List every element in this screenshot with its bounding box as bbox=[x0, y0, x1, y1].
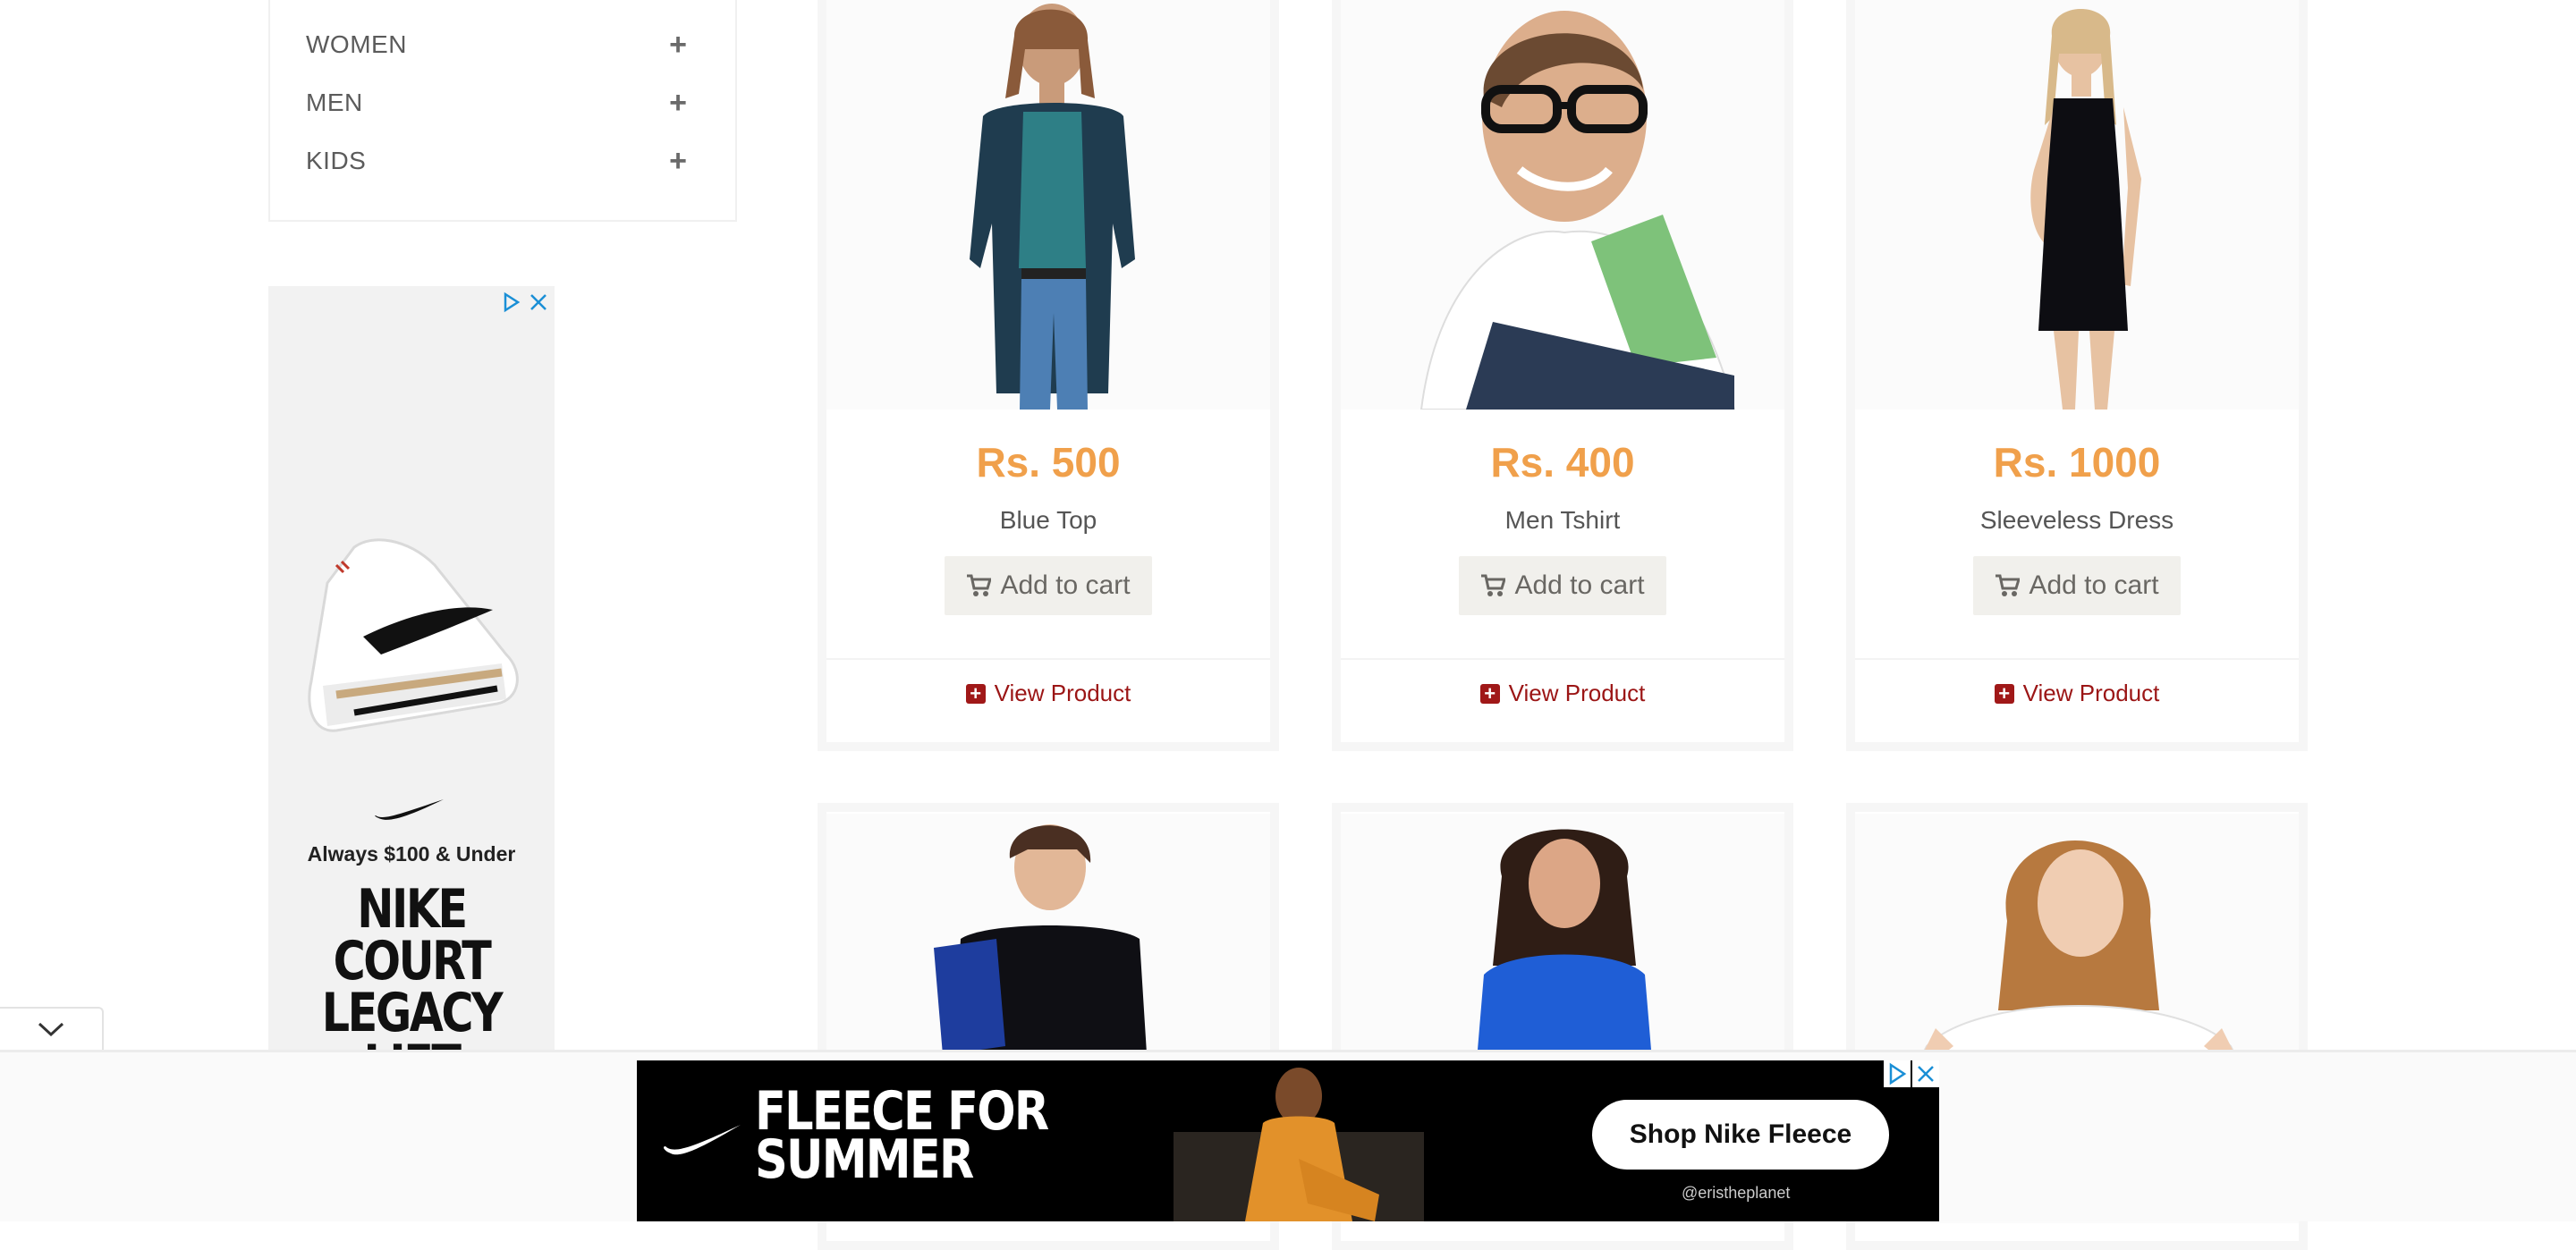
close-icon[interactable] bbox=[1912, 1060, 1939, 1087]
model-image bbox=[1174, 1068, 1424, 1221]
view-product-label: View Product bbox=[1508, 680, 1646, 706]
product-image bbox=[1855, 0, 2299, 410]
category-kids[interactable]: KIDS + bbox=[306, 143, 687, 179]
add-to-cart-button[interactable]: Add to cart bbox=[945, 556, 1152, 615]
view-product-label: View Product bbox=[994, 680, 1131, 706]
ad-controls bbox=[501, 291, 549, 313]
view-product-label: View Product bbox=[2022, 680, 2160, 706]
product-price: Rs. 500 bbox=[976, 439, 1121, 486]
card-divider bbox=[1341, 658, 1784, 660]
product-price: Rs. 1000 bbox=[1993, 439, 2161, 486]
bottom-ad-banner[interactable]: FLEECE FOR SUMMER Shop Nike Fleece @eris… bbox=[637, 1060, 1939, 1221]
product-card: Rs. 400 Men Tshirt Add to cart + View Pr… bbox=[1332, 0, 1793, 751]
product-name: Men Tshirt bbox=[1504, 506, 1621, 534]
card-divider bbox=[826, 658, 1270, 660]
banner-handle: @eristheplanet bbox=[1682, 1184, 1791, 1202]
cart-icon bbox=[1481, 574, 1506, 596]
view-product-link[interactable]: + View Product bbox=[1341, 680, 1784, 707]
plus-icon[interactable]: + bbox=[669, 30, 687, 60]
view-product-link[interactable]: + View Product bbox=[1855, 680, 2299, 707]
plus-icon[interactable]: + bbox=[669, 88, 687, 118]
plus-square-icon: + bbox=[1994, 683, 2014, 704]
banner-ad-controls bbox=[1884, 1060, 1939, 1087]
banner-headline: FLEECE FOR SUMMER bbox=[755, 1085, 1049, 1187]
product-card: Rs. 1000 Sleeveless Dress Add to cart + … bbox=[1846, 0, 2308, 751]
product-image bbox=[1341, 0, 1784, 410]
side-advertisement[interactable]: Always $100 & Under NIKE COURT LEGACY LI… bbox=[268, 286, 555, 1051]
nike-swoosh-icon bbox=[664, 1125, 741, 1155]
category-men[interactable]: MEN + bbox=[306, 85, 687, 121]
adchoices-icon[interactable] bbox=[1884, 1060, 1911, 1087]
plus-square-icon: + bbox=[1479, 683, 1500, 704]
card-divider bbox=[1855, 658, 2299, 660]
view-product-link[interactable]: + View Product bbox=[826, 680, 1270, 707]
add-to-cart-label: Add to cart bbox=[1000, 570, 1131, 600]
product-image bbox=[826, 0, 1270, 410]
cart-icon bbox=[967, 574, 992, 596]
ad-headline: NIKE COURT LEGACY LIFT bbox=[321, 878, 504, 1051]
category-label: WOMEN bbox=[306, 30, 407, 58]
collapse-ad-button[interactable] bbox=[0, 1007, 104, 1050]
category-women[interactable]: WOMEN + bbox=[306, 27, 687, 63]
add-to-cart-button[interactable]: Add to cart bbox=[1973, 556, 2181, 615]
plus-icon[interactable]: + bbox=[669, 146, 687, 176]
category-label: KIDS bbox=[306, 147, 367, 174]
ad-tagline: Always $100 & Under bbox=[307, 842, 516, 866]
product-card: Rs. 500 Blue Top Add to cart + View Prod… bbox=[818, 0, 1279, 751]
adchoices-icon[interactable] bbox=[501, 291, 522, 313]
cart-icon bbox=[1996, 574, 2021, 596]
banner-headline-line2: SUMMER bbox=[755, 1128, 974, 1191]
close-icon[interactable] bbox=[528, 291, 549, 313]
sneaker-image bbox=[308, 538, 519, 732]
shop-nike-fleece-button[interactable]: Shop Nike Fleece bbox=[1592, 1100, 1889, 1170]
add-to-cart-label: Add to cart bbox=[1514, 570, 1645, 600]
add-to-cart-label: Add to cart bbox=[2029, 570, 2159, 600]
add-to-cart-button[interactable]: Add to cart bbox=[1459, 556, 1666, 615]
product-name: Sleeveless Dress bbox=[1979, 506, 2174, 534]
product-price: Rs. 400 bbox=[1490, 439, 1635, 486]
nike-swoosh-icon bbox=[375, 799, 444, 820]
plus-square-icon: + bbox=[965, 683, 986, 704]
category-label: MEN bbox=[306, 89, 363, 116]
product-name: Blue Top bbox=[999, 506, 1097, 534]
category-panel: WOMEN + MEN + KIDS + bbox=[268, 0, 737, 222]
chevron-down-icon bbox=[38, 1022, 64, 1037]
